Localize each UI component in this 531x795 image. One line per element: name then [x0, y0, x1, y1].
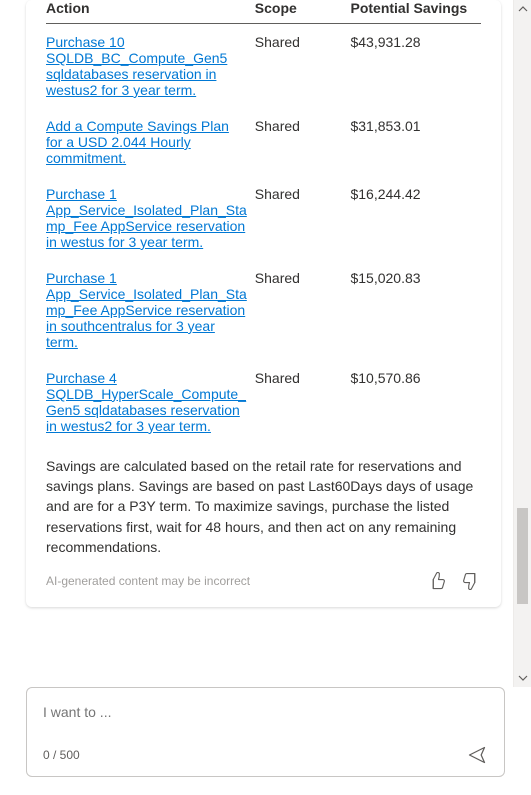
thumbs-up-icon[interactable]	[427, 571, 447, 591]
table-row: Purchase 1 App_Service_Isolated_Plan_Sta…	[46, 260, 481, 360]
row-scope: Shared	[255, 260, 351, 360]
recommendation-link[interactable]: Purchase 10 SQLDB_BC_Compute_Gen5 sqldat…	[46, 34, 227, 98]
recommendations-card: Action Scope Potential Savings Purchase …	[26, 0, 501, 607]
recommendation-link[interactable]: Purchase 4 SQLDB_HyperScale_Compute_Gen5…	[46, 370, 246, 434]
ai-disclaimer-text: AI-generated content may be incorrect	[46, 574, 250, 588]
recommendation-link[interactable]: Purchase 1 App_Service_Isolated_Plan_Sta…	[46, 270, 247, 350]
header-savings: Potential Savings	[350, 0, 481, 23]
row-scope: Shared	[255, 176, 351, 260]
chat-input-box[interactable]: 0 / 500	[26, 687, 505, 777]
row-scope: Shared	[255, 108, 351, 176]
recommendation-link[interactable]: Add a Compute Savings Plan for a USD 2.0…	[46, 118, 229, 166]
scroll-down-arrow-icon[interactable]	[514, 669, 531, 687]
table-row: Add a Compute Savings Plan for a USD 2.0…	[46, 108, 481, 176]
recommendation-link[interactable]: Purchase 1 App_Service_Isolated_Plan_Sta…	[46, 186, 247, 250]
table-row: Purchase 10 SQLDB_BC_Compute_Gen5 sqldat…	[46, 23, 481, 108]
row-savings: $10,570.86	[350, 360, 481, 444]
savings-footnote: Savings are calculated based on the reta…	[46, 456, 481, 557]
row-savings: $43,931.28	[350, 23, 481, 108]
scrollbar-thumb[interactable]	[517, 508, 528, 604]
row-scope: Shared	[255, 23, 351, 108]
table-row: Purchase 4 SQLDB_HyperScale_Compute_Gen5…	[46, 360, 481, 444]
vertical-scrollbar[interactable]	[513, 0, 531, 687]
table-row: Purchase 1 App_Service_Isolated_Plan_Sta…	[46, 176, 481, 260]
feedback-buttons	[427, 571, 481, 591]
thumbs-down-icon[interactable]	[461, 571, 481, 591]
chat-input[interactable]	[43, 704, 488, 720]
header-action: Action	[46, 0, 255, 23]
row-savings: $16,244.42	[350, 176, 481, 260]
scroll-up-arrow-icon[interactable]	[514, 0, 531, 18]
header-scope: Scope	[255, 0, 351, 23]
send-icon[interactable]	[466, 744, 488, 766]
recommendations-table: Action Scope Potential Savings Purchase …	[46, 0, 481, 444]
row-savings: $15,020.83	[350, 260, 481, 360]
row-scope: Shared	[255, 360, 351, 444]
char-count: 0 / 500	[43, 748, 80, 762]
row-savings: $31,853.01	[350, 108, 481, 176]
